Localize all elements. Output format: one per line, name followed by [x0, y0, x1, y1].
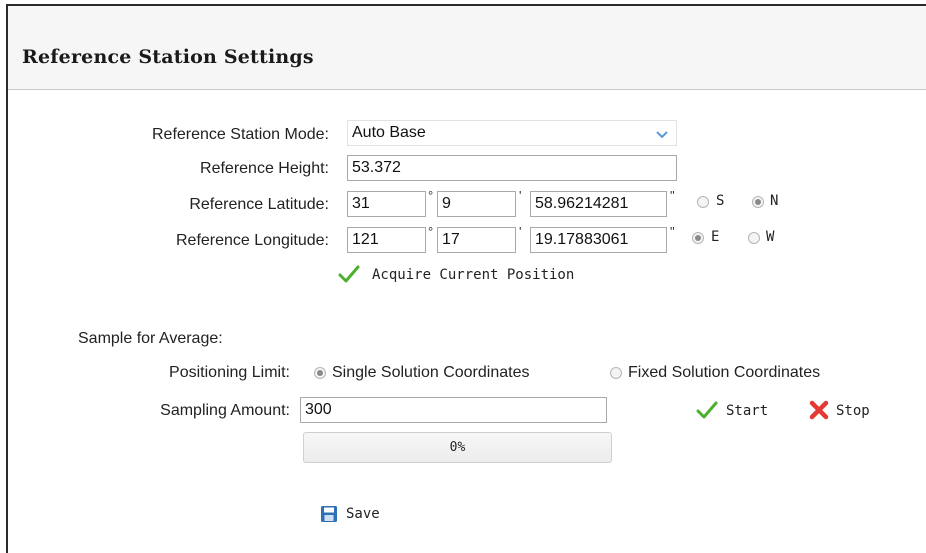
fixed-solution-label[interactable]: Fixed Solution Coordinates: [628, 364, 820, 382]
longitude-minutes-input[interactable]: 17: [437, 227, 516, 253]
check-icon: [696, 400, 718, 425]
save-label: Save: [346, 506, 380, 522]
save-button[interactable]: Save: [320, 503, 400, 527]
longitude-e-radio[interactable]: [692, 232, 704, 244]
longitude-minute-symbol: ': [519, 224, 522, 239]
progress-text: 0%: [449, 440, 466, 455]
latitude-minute-symbol: ': [519, 188, 522, 203]
latitude-s-radio[interactable]: [697, 196, 709, 208]
latitude-degree-symbol: °: [428, 188, 434, 203]
floppy-disk-icon: [320, 505, 338, 528]
single-solution-label[interactable]: Single Solution Coordinates: [332, 364, 529, 382]
mode-select[interactable]: Auto Base: [347, 120, 677, 146]
latitude-label: Reference Latitude:: [189, 196, 329, 213]
sample-section-label: Sample for Average:: [78, 330, 223, 347]
positioning-limit-label: Positioning Limit:: [169, 364, 290, 381]
latitude-degrees-input[interactable]: 31: [347, 191, 426, 217]
check-icon: [338, 264, 360, 289]
longitude-degree-symbol: °: [428, 224, 434, 239]
panel-header: Reference Station Settings: [8, 6, 926, 90]
start-label: Start: [726, 403, 769, 419]
sampling-amount-label: Sampling Amount:: [160, 402, 290, 419]
longitude-seconds-input[interactable]: 19.17883061: [530, 227, 667, 253]
latitude-seconds-input[interactable]: 58.96214281: [530, 191, 667, 217]
longitude-w-radio[interactable]: [748, 232, 760, 244]
latitude-n-radio[interactable]: [752, 196, 764, 208]
longitude-e-label: E: [711, 229, 720, 245]
height-input[interactable]: 53.372: [347, 155, 677, 181]
latitude-n-label: N: [770, 193, 779, 209]
acquire-position-label: Acquire Current Position: [372, 267, 575, 283]
latitude-second-symbol: ": [670, 188, 675, 203]
stop-button[interactable]: Stop: [808, 398, 898, 424]
start-button[interactable]: Start: [696, 398, 786, 424]
sampling-progress-bar: 0%: [303, 432, 612, 463]
longitude-w-label: W: [766, 229, 775, 245]
x-icon: [808, 399, 830, 426]
longitude-second-symbol: ": [670, 224, 675, 239]
latitude-minutes-input[interactable]: 9: [437, 191, 516, 217]
longitude-label: Reference Longitude:: [176, 232, 329, 249]
single-solution-radio[interactable]: [314, 367, 326, 379]
latitude-s-label: S: [716, 193, 725, 209]
sampling-amount-input[interactable]: 300: [300, 397, 607, 423]
longitude-degrees-input[interactable]: 121: [347, 227, 426, 253]
height-label: Reference Height:: [200, 160, 329, 177]
acquire-position-button[interactable]: Acquire Current Position: [338, 262, 638, 288]
mode-label: Reference Station Mode:: [152, 126, 329, 143]
panel-title: Reference Station Settings: [22, 46, 314, 68]
stop-label: Stop: [836, 403, 870, 419]
fixed-solution-radio[interactable]: [610, 367, 622, 379]
mode-value: Auto Base: [352, 124, 426, 141]
chevron-down-icon: [656, 126, 668, 144]
